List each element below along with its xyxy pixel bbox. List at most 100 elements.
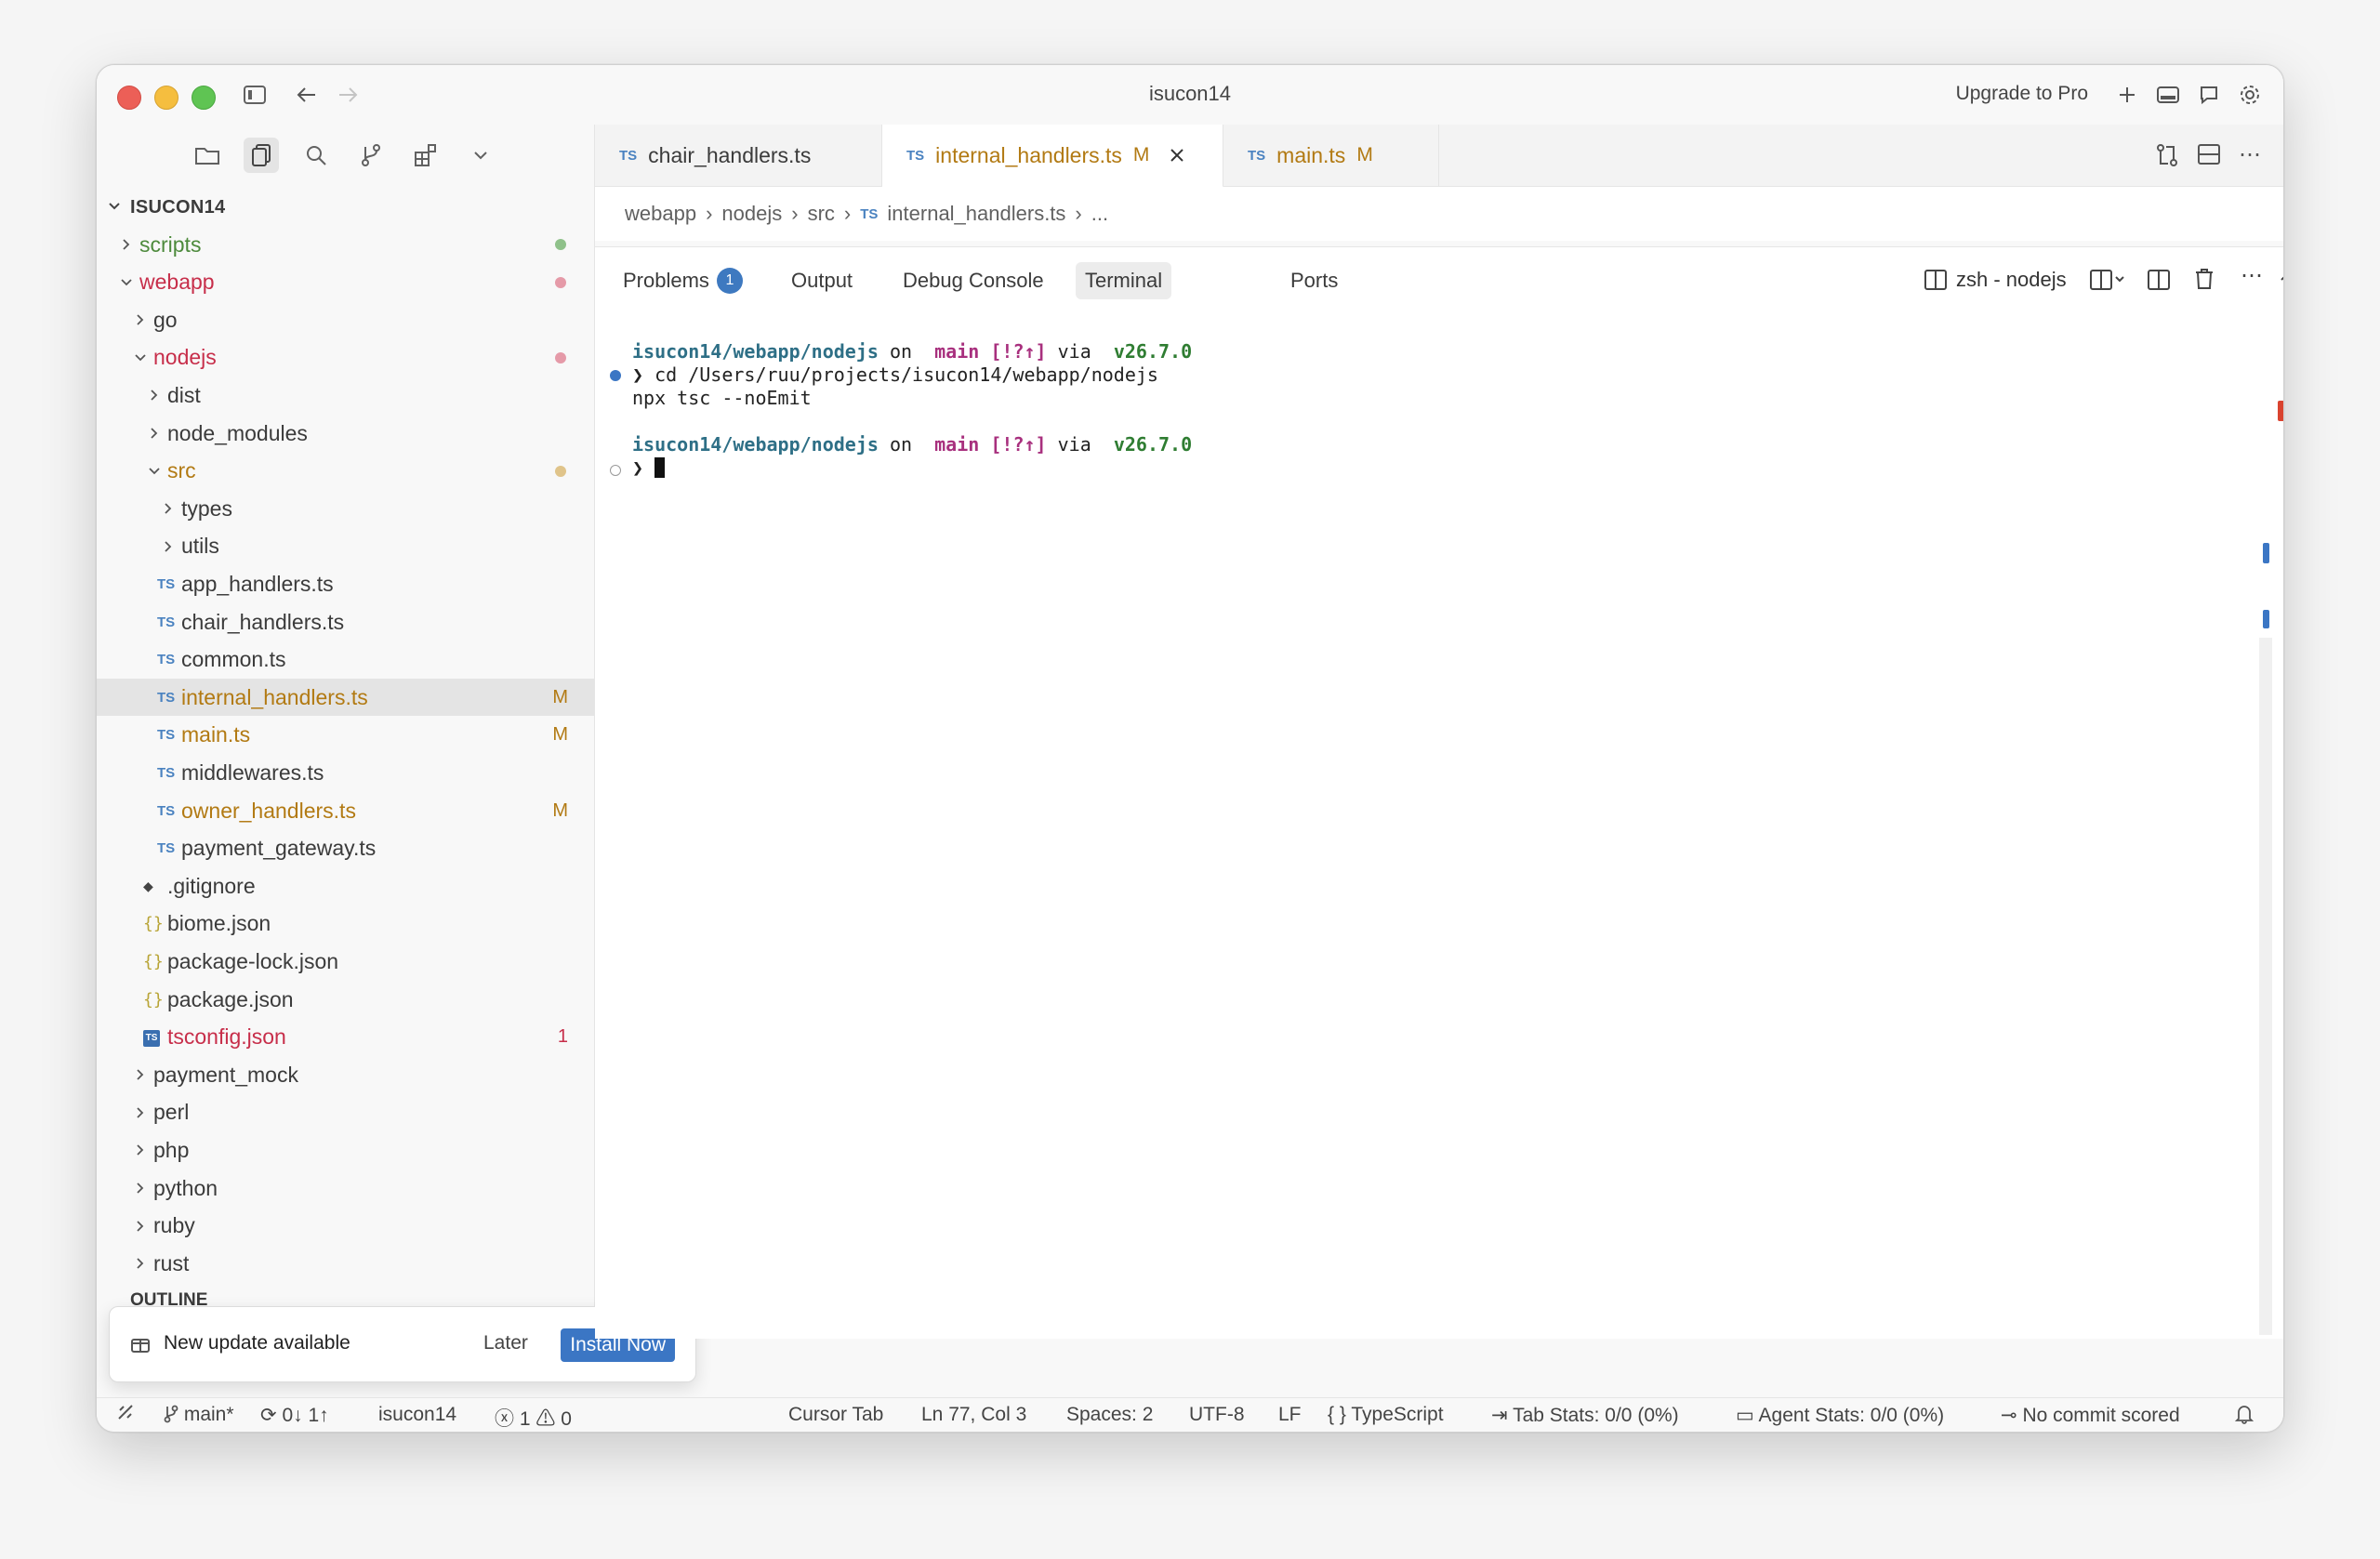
split-editor-icon[interactable] (2198, 144, 2220, 169)
more-actions-icon[interactable]: ⋯ (2239, 141, 2261, 168)
tab-output[interactable]: Output (782, 262, 862, 299)
tree-item[interactable]: python (97, 1169, 594, 1207)
prompt-node-version: v26.7.0 (1113, 340, 1193, 363)
more-actions-icon[interactable]: ⋯ (2241, 262, 2263, 289)
tab-main[interactable]: TS main.ts M (1223, 125, 1439, 186)
tree-item[interactable]: rust (97, 1245, 594, 1282)
later-button[interactable]: Later (483, 1332, 528, 1354)
encoding[interactable]: UTF-8 (1189, 1404, 1245, 1426)
terminal-name[interactable]: zsh - nodejs (1956, 268, 2067, 292)
tree-item[interactable]: dist (97, 377, 594, 414)
project-name[interactable]: isucon14 (378, 1404, 456, 1426)
sync-counts: 0↓ 1↑ (282, 1405, 329, 1426)
remote-icon[interactable] (117, 1404, 134, 1426)
chevron-down-icon[interactable] (463, 138, 498, 173)
commit-score[interactable]: ⊸ No commit scored (2001, 1404, 2180, 1427)
activity-bar (97, 125, 594, 184)
tree-item[interactable]: {} biome.json (97, 905, 594, 943)
tree-item-label: main.ts (181, 722, 251, 747)
chevron-right-icon (133, 1105, 148, 1120)
cursor-position[interactable]: Ln 77, Col 3 (921, 1404, 1026, 1426)
tab-stats[interactable]: ⇥ Tab Stats: 0/0 (0%) (1491, 1404, 1679, 1427)
breadcrumb-file[interactable]: internal_handlers.ts (887, 202, 1065, 226)
chat-icon[interactable] (2192, 78, 2226, 112)
agent-stats[interactable]: ▭ Agent Stats: 0/0 (0%) (1736, 1404, 1944, 1427)
tab-ports[interactable]: Ports (1281, 262, 1347, 299)
search-icon[interactable] (298, 138, 334, 173)
tree-item[interactable]: scripts (97, 226, 594, 263)
tab-chair-handlers[interactable]: TS chair_handlers.ts (595, 125, 882, 186)
terminal-input-line[interactable]: ❯ (632, 456, 666, 479)
tab-stats-label: Tab Stats: 0/0 (0%) (1513, 1405, 1679, 1426)
tree-item[interactable]: {} package-lock.json (97, 943, 594, 980)
tree-item[interactable]: TS chair_handlers.ts (97, 603, 594, 641)
tree-item[interactable]: utils (97, 528, 594, 565)
tree-item-label: biome.json (167, 911, 271, 936)
tree-item-label: payment_mock (153, 1062, 298, 1087)
settings-gear-icon[interactable] (2233, 78, 2267, 112)
sync-status[interactable]: ⟳ 0↓ 1↑ (260, 1404, 329, 1427)
tree-item-label: python (153, 1175, 218, 1200)
tree-item[interactable]: TS internal_handlers.ts M (97, 679, 594, 717)
tab-terminal[interactable]: Terminal (1076, 262, 1172, 299)
tree-item[interactable]: go (97, 301, 594, 338)
tree-item[interactable]: webapp (97, 264, 594, 301)
cursor-tab-status[interactable]: Cursor Tab (788, 1404, 883, 1426)
tab-problems[interactable]: Problems 1 (614, 262, 752, 299)
typescript-file-icon: TS (157, 689, 176, 706)
chevron-right-icon (161, 501, 176, 516)
breadcrumb-webapp[interactable]: webapp (625, 202, 696, 226)
compare-changes-icon[interactable] (2155, 143, 2179, 172)
chevron-down-icon (119, 275, 134, 290)
tab-internal-handlers[interactable]: TS internal_handlers.ts M (882, 125, 1223, 188)
indentation[interactable]: Spaces: 2 (1066, 1404, 1153, 1426)
tree-item[interactable]: TS common.ts (97, 641, 594, 679)
tree-item[interactable]: ◆ .gitignore (97, 867, 594, 905)
close-tab-icon[interactable] (1170, 143, 1184, 168)
explorer-root-title[interactable]: ISUCON14 (130, 197, 225, 218)
tree-item[interactable]: node_modules (97, 415, 594, 452)
tree-item[interactable]: nodejs (97, 339, 594, 377)
tsconfig-file-icon: TS (143, 1028, 160, 1047)
chevron-down-icon[interactable] (108, 199, 121, 216)
new-terminal-split-icon[interactable] (2090, 270, 2125, 295)
tree-item[interactable]: php (97, 1131, 594, 1169)
tree-item[interactable]: TS app_handlers.ts (97, 565, 594, 602)
command-success-decoration[interactable] (610, 370, 621, 381)
tree-item[interactable]: types (97, 490, 594, 527)
split-terminal-icon[interactable] (2148, 270, 2170, 295)
terminal-scrollbar[interactable] (2259, 638, 2272, 1335)
tree-item[interactable]: perl (97, 1094, 594, 1131)
breadcrumb-src[interactable]: src (808, 202, 835, 226)
toggle-panel-icon[interactable] (2151, 78, 2185, 112)
line-ending[interactable]: LF (1278, 1404, 1302, 1426)
command-pending-decoration[interactable] (610, 465, 621, 476)
tree-item[interactable]: payment_mock (97, 1056, 594, 1093)
branch-status[interactable]: main* (164, 1404, 234, 1426)
files-icon[interactable] (244, 138, 279, 173)
breadcrumb-symbol[interactable]: ... (1091, 202, 1108, 226)
bell-icon[interactable] (2234, 1404, 2254, 1430)
upgrade-to-pro-link[interactable]: Upgrade to Pro (1956, 83, 2088, 105)
tree-item[interactable]: TS payment_gateway.ts (97, 830, 594, 867)
modified-badge: M (552, 724, 568, 746)
language-mode[interactable]: { } TypeScript (1328, 1404, 1444, 1426)
tree-item[interactable]: TS middlewares.ts (97, 754, 594, 791)
maximize-panel-icon[interactable] (2280, 270, 2283, 287)
tab-debug-console[interactable]: Debug Console (893, 262, 1053, 299)
breadcrumb-nodejs[interactable]: nodejs (721, 202, 782, 226)
tree-item[interactable]: TS owner_handlers.ts M (97, 792, 594, 829)
tree-item[interactable]: TS tsconfig.json 1 (97, 1019, 594, 1056)
source-control-icon[interactable] (353, 138, 389, 173)
extensions-icon[interactable] (408, 138, 443, 173)
status-dot (555, 465, 566, 477)
trash-icon[interactable] (2194, 268, 2215, 295)
explorer-folder-icon[interactable] (190, 138, 225, 173)
tree-item[interactable]: TS main.ts M (97, 717, 594, 754)
tree-item[interactable]: ruby (97, 1208, 594, 1245)
plus-icon[interactable] (2110, 78, 2144, 112)
problems-status[interactable]: ⓧ 1 ⚠ 0 (495, 1404, 572, 1432)
tree-item[interactable]: src (97, 453, 594, 490)
tree-item-label: dist (167, 382, 201, 407)
tree-item[interactable]: {} package.json (97, 981, 594, 1018)
